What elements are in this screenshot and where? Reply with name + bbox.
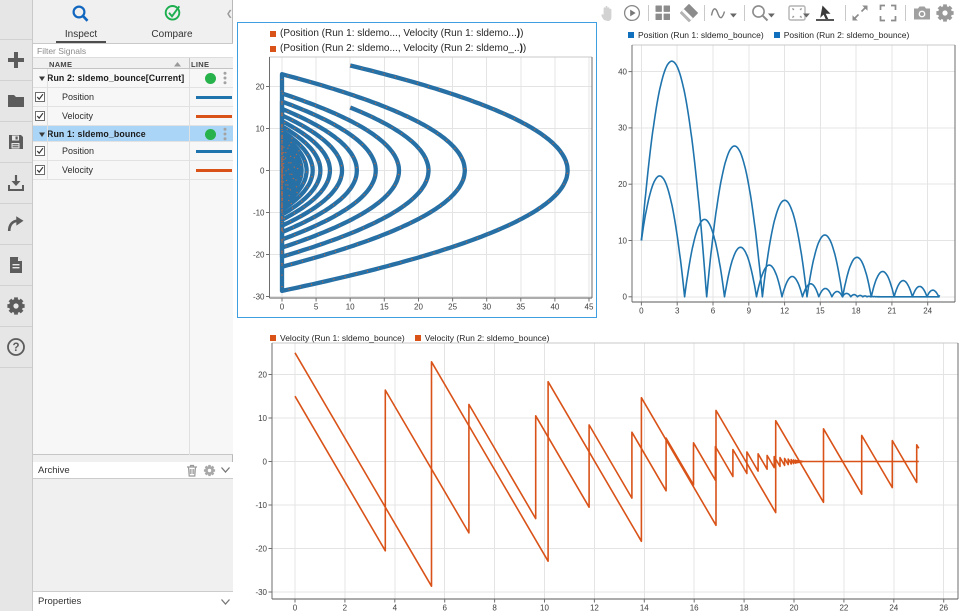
svg-text:20: 20 xyxy=(618,180,627,189)
svg-text:9: 9 xyxy=(747,307,752,316)
svg-text:0: 0 xyxy=(293,604,298,611)
svg-text:16: 16 xyxy=(690,604,699,611)
svg-text:18: 18 xyxy=(740,604,749,611)
svg-text:40: 40 xyxy=(618,67,627,76)
svg-text:?: ? xyxy=(12,342,19,354)
svg-text:26: 26 xyxy=(939,604,948,611)
svg-text:0: 0 xyxy=(623,293,628,302)
svg-text:-30: -30 xyxy=(255,588,267,597)
svg-text:10: 10 xyxy=(618,236,627,245)
svg-text:24: 24 xyxy=(923,307,932,316)
svg-text:-10: -10 xyxy=(255,501,267,510)
svg-text:6: 6 xyxy=(442,604,447,611)
svg-text:3: 3 xyxy=(675,307,680,316)
svg-text:15: 15 xyxy=(816,307,825,316)
svg-text:18: 18 xyxy=(852,307,861,316)
svg-text:0: 0 xyxy=(639,307,644,316)
svg-text:4: 4 xyxy=(393,604,398,611)
svg-text:20: 20 xyxy=(790,604,799,611)
svg-text:14: 14 xyxy=(640,604,649,611)
svg-text:21: 21 xyxy=(887,307,896,316)
svg-text:30: 30 xyxy=(618,124,627,133)
svg-text:-20: -20 xyxy=(255,544,267,553)
svg-text:10: 10 xyxy=(258,414,267,423)
svg-text:10: 10 xyxy=(540,604,549,611)
svg-text:20: 20 xyxy=(258,370,267,379)
svg-text:2: 2 xyxy=(343,604,348,611)
svg-text:6: 6 xyxy=(711,307,716,316)
svg-text:8: 8 xyxy=(492,604,497,611)
svg-text:0: 0 xyxy=(263,457,268,466)
svg-text:22: 22 xyxy=(839,604,848,611)
svg-text:12: 12 xyxy=(590,604,599,611)
svg-text:12: 12 xyxy=(780,307,789,316)
svg-text:24: 24 xyxy=(889,604,898,611)
